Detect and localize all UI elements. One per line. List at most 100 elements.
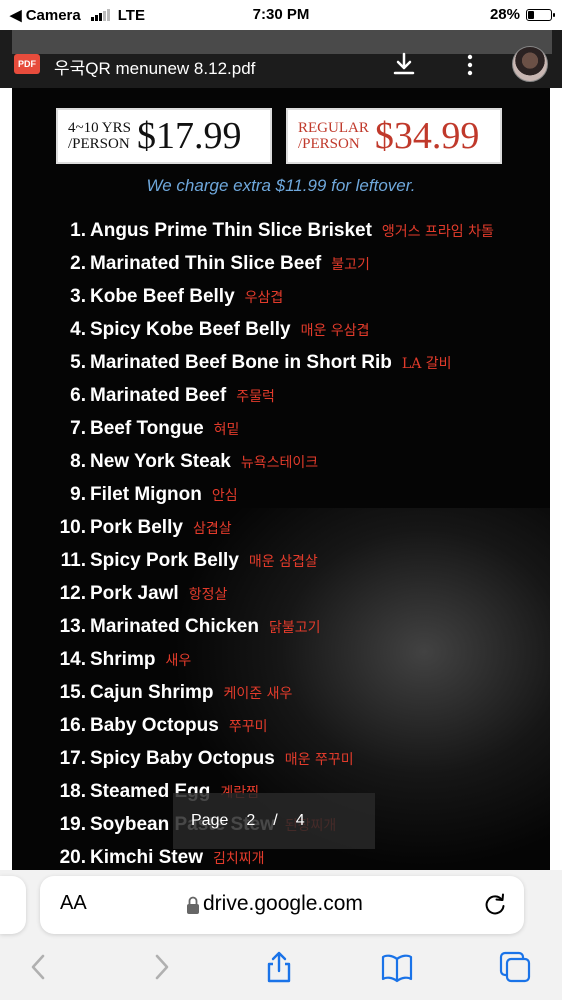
account-avatar[interactable] <box>512 46 548 82</box>
header-strip <box>12 30 552 54</box>
page-settings-button[interactable]: AA <box>60 892 87 915</box>
address-area: AA drive.google.com <box>0 870 562 940</box>
more-options-icon[interactable] <box>458 52 482 78</box>
menu-item-korean-name: 앵거스 프라임 차돌 <box>381 224 494 240</box>
page-indicator: Page 2 / 4 <box>173 793 375 849</box>
menu-item-korean-name: LA 갈비 <box>401 356 452 372</box>
menu-item: 5. Marinated Beef Bone in Short Rib LA 갈비 <box>56 352 550 385</box>
menu-item-korean-name: 새우 <box>165 653 192 669</box>
reload-icon[interactable] <box>482 892 508 918</box>
menu-item-number: 13. <box>59 616 86 637</box>
menu-item-number: 19. <box>59 814 86 835</box>
regular-price: $34.99 <box>374 115 480 157</box>
menu-item-number: 8. <box>70 451 86 472</box>
lock-icon <box>187 896 199 914</box>
address-bar[interactable]: AA drive.google.com <box>40 876 524 934</box>
clock: 7:30 PM <box>252 6 310 23</box>
menu-item-number: 15. <box>59 682 86 703</box>
menu-item: 15. Cajun Shrimp 케이준 새우 <box>56 682 550 715</box>
menu-item-number: 18. <box>59 781 86 802</box>
menu-item-name: Kobe Beef Belly <box>90 286 235 307</box>
previous-tab-card[interactable] <box>0 876 26 934</box>
regular-price-label-line1: REGULAR <box>298 120 369 136</box>
menu-item-korean-name: 쭈꾸미 <box>228 719 268 735</box>
menu-item-number: 14. <box>59 649 86 670</box>
menu-item-name: Marinated Thin Slice Beef <box>90 253 322 274</box>
menu-item-number: 20. <box>59 847 86 868</box>
menu-item: 2. Marinated Thin Slice Beef 불고기 <box>56 253 550 286</box>
regular-price-label-line2: /PERSON <box>298 136 360 152</box>
leftover-note: We charge extra $11.99 for leftover. <box>146 176 416 195</box>
kids-price-box: 4~10 YRS /PERSON $17.99 <box>56 108 272 164</box>
download-icon[interactable] <box>392 52 416 78</box>
regular-price-box: REGULAR /PERSON $34.99 <box>286 108 502 164</box>
share-icon[interactable] <box>262 950 296 984</box>
menu-item-number: 6. <box>70 385 86 406</box>
page-label: Page <box>191 812 229 829</box>
menu-item-korean-name: 우삼겹 <box>244 290 284 306</box>
kids-price-label-line2: /PERSON <box>68 136 130 152</box>
menu-item-name: New York Steak <box>90 451 231 472</box>
menu-item-name: Spicy Baby Octopus <box>90 748 275 769</box>
menu-item-number: 3. <box>70 286 86 307</box>
menu-item: 20. Kimchi Stew 김치찌개 <box>56 847 550 870</box>
bookmarks-icon[interactable] <box>380 950 414 984</box>
menu-item-name: Kimchi Stew <box>90 847 203 868</box>
total-pages: 4 <box>295 812 305 829</box>
menu-item: 16. Baby Octopus 쭈꾸미 <box>56 715 550 748</box>
menu-item-number: 1. <box>70 220 86 241</box>
menu-item-korean-name: 불고기 <box>331 257 370 273</box>
menu-item: 13. Marinated Chicken 닭불고기 <box>56 616 550 649</box>
battery-icon <box>526 8 555 21</box>
menu-item: 1. Angus Prime Thin Slice Brisket 앵거스 프라임 … <box>56 220 550 253</box>
menu-item-korean-name: 뉴욕스테이크 <box>240 455 319 471</box>
menu-item: 9. Filet Mignon 안심 <box>56 484 550 517</box>
menu-item-korean-name: 닭불고기 <box>268 620 321 636</box>
menu-item: 6. Marinated Beef 주물럭 <box>56 385 550 418</box>
pdf-viewer: PDF 우국QR menunew 8.12.pdf 4~10 YRS /PERS… <box>0 30 562 870</box>
menu-item-number: 4. <box>70 319 86 340</box>
menu-item: 4. Spicy Kobe Beef Belly 매운 우삼겹 <box>56 319 550 352</box>
menu-item-number: 11. <box>60 550 86 571</box>
menu-item-korean-name: 매운 삼겹살 <box>248 554 318 570</box>
menu-item-number: 7. <box>70 418 86 439</box>
pdf-page: 4~10 YRS /PERSON $17.99 REGULAR /PERSON … <box>12 88 550 870</box>
menu-item-korean-name: 삼겹살 <box>192 521 232 537</box>
status-bar: ◀ Camera LTE 7:30 PM 28% <box>0 0 562 30</box>
menu-item-name: Pork Belly <box>90 517 183 538</box>
menu-item: 8. New York Steak 뉴욕스테이크 <box>56 451 550 484</box>
menu-item-name: Marinated Chicken <box>90 616 259 637</box>
menu-item: 14. Shrimp 새우 <box>56 649 550 682</box>
menu-item-name: Spicy Kobe Beef Belly <box>90 319 291 340</box>
pdf-file-icon: PDF <box>14 54 40 74</box>
menu-item-number: 17. <box>59 748 86 769</box>
menu-item-korean-name: 안심 <box>211 488 238 504</box>
menu-item-number: 9. <box>70 484 86 505</box>
tabs-icon[interactable] <box>498 950 532 984</box>
menu-item-name: Spicy Pork Belly <box>90 550 239 571</box>
menu-item-number: 16. <box>59 715 86 736</box>
menu-item-korean-name: 매운 쭈꾸미 <box>284 752 354 768</box>
menu-item-korean-name: 혀밑 <box>213 422 240 438</box>
battery-percent: 28% <box>489 6 520 23</box>
menu-item-name: Beef Tongue <box>90 418 204 439</box>
back-icon[interactable] <box>22 950 56 984</box>
menu-item: 10. Pork Belly 삼겹살 <box>56 517 550 550</box>
menu-item: 12. Pork Jawl 항정살 <box>56 583 550 616</box>
menu-item-name: Angus Prime Thin Slice Brisket <box>90 220 372 241</box>
menu-item-name: Pork Jawl <box>90 583 179 604</box>
browser-toolbar <box>0 940 562 1000</box>
menu-item: 7. Beef Tongue 혀밑 <box>56 418 550 451</box>
menu-item-korean-name: 주물럭 <box>236 389 275 405</box>
url-text[interactable]: drive.google.com <box>203 892 363 916</box>
menu-item-name: Shrimp <box>90 649 156 670</box>
menu-item-name: Marinated Beef <box>90 385 227 406</box>
menu-list: 1. Angus Prime Thin Slice Brisket 앵거스 프라임 … <box>56 220 550 870</box>
menu-item-korean-name: 케이준 새우 <box>223 686 293 702</box>
menu-item: 3. Kobe Beef Belly 우삼겹 <box>56 286 550 319</box>
menu-item-number: 2. <box>70 253 86 274</box>
forward-icon[interactable] <box>144 950 178 984</box>
menu-item: 11. Spicy Pork Belly 매운 삼겹살 <box>56 550 550 583</box>
menu-item-korean-name: 매운 우삼겹 <box>300 323 370 339</box>
kids-price-label-line1: 4~10 YRS <box>68 120 131 136</box>
